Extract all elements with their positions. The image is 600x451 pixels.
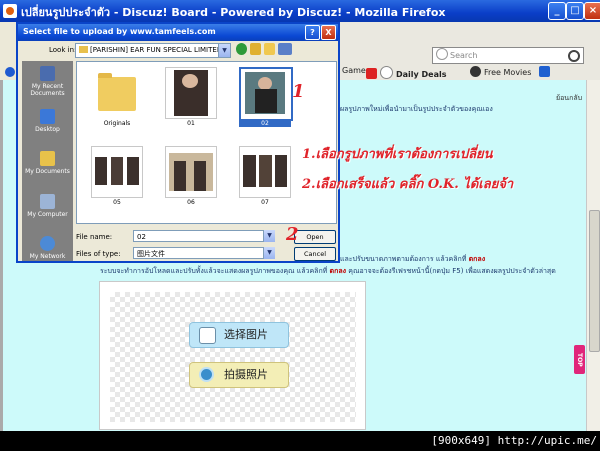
up-folder-icon[interactable] — [250, 43, 261, 55]
help-button[interactable]: ? — [305, 25, 320, 40]
extension-icon[interactable] — [539, 66, 551, 77]
file-name-input[interactable]: 02 — [133, 230, 274, 242]
recent-documents-icon — [40, 66, 55, 81]
look-in-select[interactable]: [PARISHIN] EAR FUN SPECIAL LIMITED ED ▼ — [75, 43, 231, 58]
new-folder-icon[interactable] — [264, 43, 275, 55]
photo-thumbnail — [243, 155, 256, 187]
take-photo-button[interactable]: 拍摄照片 — [189, 362, 289, 388]
file-name-label: File name: — [76, 233, 113, 241]
dialog-title-bar: Select file to upload by www.tamfeels.co… — [18, 24, 338, 41]
dialog-title: Select file to upload by www.tamfeels.co… — [23, 27, 216, 36]
place-recent-documents[interactable]: My Recent Documents — [22, 66, 73, 97]
back-icon[interactable] — [236, 43, 247, 55]
instruction-line-1: และปรับขนาดภาพตามต้องการ แล้วคลิกที่ ตกล… — [340, 255, 486, 263]
desktop-icon — [40, 109, 55, 124]
search-placeholder: Search — [450, 51, 478, 60]
back-link[interactable]: ย้อนกลับ — [556, 93, 582, 104]
screen: เปลี่ยนรูปประจำตัว - Discuz! Board - Pow… — [0, 0, 600, 431]
camera-icon — [199, 367, 214, 382]
photo-thumbnail — [95, 157, 107, 185]
scrollbar-thumb[interactable] — [589, 210, 600, 352]
firefox-favicon-icon — [3, 4, 17, 18]
my-documents-icon — [40, 151, 55, 166]
my-network-icon — [40, 236, 55, 251]
tv-icon — [366, 68, 377, 79]
watermark-bar: [900x649] http://upic.me/ — [0, 431, 600, 451]
avatar-upload-panel — [99, 281, 366, 430]
back-to-top-button[interactable]: TOP — [574, 345, 585, 374]
file-name-label: Originals — [103, 120, 131, 127]
window-close-button[interactable]: × — [584, 2, 600, 20]
place-my-computer[interactable]: My Computer — [22, 194, 73, 218]
dialog-close-button[interactable]: X — [321, 25, 336, 40]
minimize-button[interactable]: _ — [548, 2, 566, 20]
file-name-label: 06 — [187, 199, 195, 206]
bookmark-free-movies[interactable]: Free Movies — [470, 66, 553, 77]
file-name-label: 05 — [113, 199, 121, 206]
maximize-button[interactable]: □ — [566, 2, 584, 20]
folder-icon — [98, 73, 136, 111]
file-name-label: 07 — [261, 199, 269, 206]
google-icon — [436, 48, 448, 60]
bookmark-daily-deals[interactable]: Daily Deals — [366, 66, 447, 79]
daily-deals-icon — [380, 66, 393, 79]
film-reel-icon — [470, 66, 481, 77]
browser-search-input[interactable]: Search — [432, 47, 584, 64]
page-scrollbar[interactable] — [586, 80, 600, 431]
annotation-step-1-text: 1.เลือกรูปภาพที่เราต้องการเปลี่ยน — [302, 147, 493, 162]
annotation-step-2-marker: 2 — [286, 224, 299, 245]
back-arrow-icon[interactable] — [5, 67, 15, 77]
file-type-label: Files of type: — [76, 250, 121, 258]
open-button[interactable]: Open — [294, 230, 336, 244]
instruction-line-2: ระบบจะทำการอัปโหลดและปรับทั้งแล้วจะแสดงผ… — [100, 267, 556, 275]
place-desktop[interactable]: Desktop — [22, 109, 73, 133]
file-name-label: 02 — [239, 120, 291, 127]
search-icon[interactable] — [568, 50, 580, 62]
instruction-line-top: ผลรูปภาพใหม่เพื่อนำมาเป็นรูปประจำตัวของค… — [340, 105, 493, 113]
view-menu-icon[interactable] — [278, 43, 292, 55]
my-computer-icon — [40, 194, 55, 209]
annotation-step-1-marker: 1 — [292, 81, 305, 102]
place-my-network[interactable]: My Network — [22, 236, 73, 260]
browser-title: เปลี่ยนรูปประจำตัว - Discuz! Board - Pow… — [21, 6, 446, 19]
file-type-select[interactable]: 图片文件 — [133, 247, 274, 259]
select-image-button[interactable]: 选择图片 — [189, 322, 289, 348]
transparent-preview-area — [110, 292, 356, 422]
watermark-text: [900x649] http://upic.me/ — [431, 434, 597, 447]
avatar-icon — [199, 327, 216, 344]
folder-icon — [79, 46, 88, 53]
file-name-label: 01 — [187, 120, 195, 127]
chevron-down-icon[interactable]: ▼ — [263, 247, 275, 259]
chevron-down-icon[interactable]: ▼ — [263, 230, 275, 242]
annotation-step-2-text: 2.เลือกเสร็จแล้ว คลิ๊ก O.K. ได้เลยจ้า — [302, 177, 514, 192]
browser-title-bar: เปลี่ยนรูปประจำตัว - Discuz! Board - Pow… — [0, 0, 600, 22]
chevron-down-icon[interactable]: ▼ — [218, 44, 230, 57]
cancel-button[interactable]: Cancel — [294, 247, 336, 261]
place-my-documents[interactable]: My Documents — [22, 151, 73, 175]
look-in-label: Look in: — [49, 46, 77, 54]
places-bar: My Recent Documents Desktop My Documents… — [22, 61, 73, 261]
